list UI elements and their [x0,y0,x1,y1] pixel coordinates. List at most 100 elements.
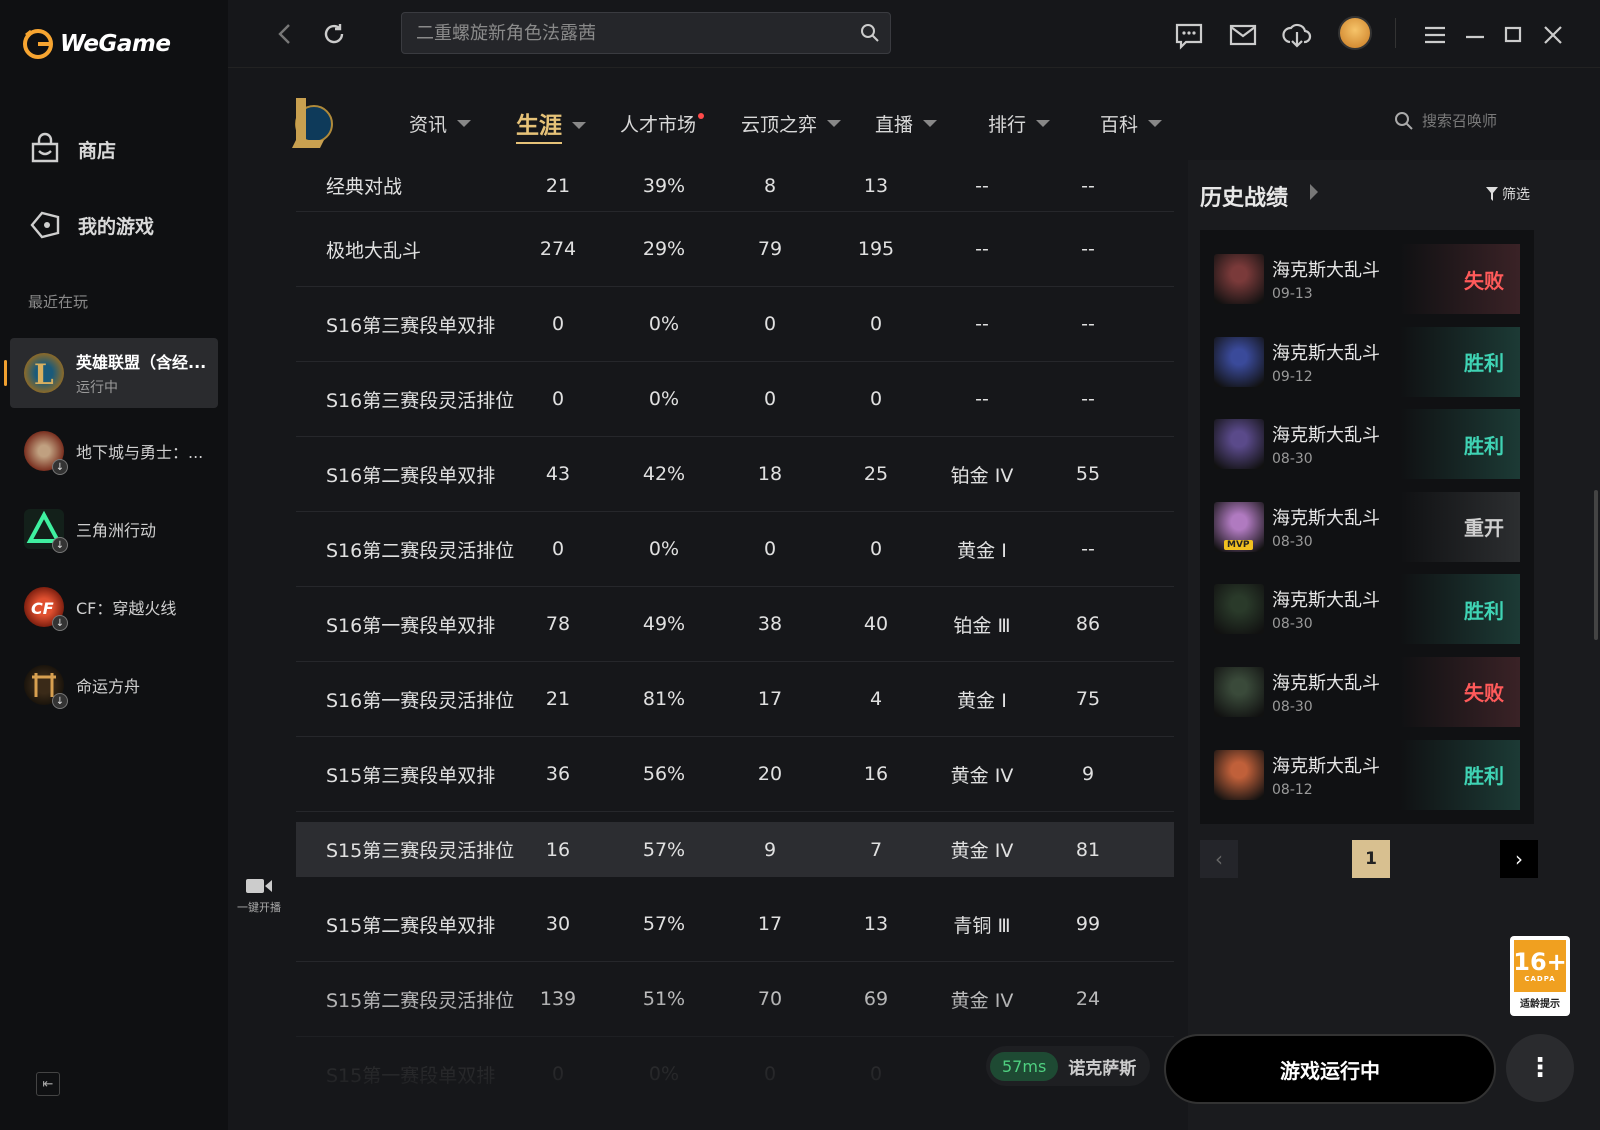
chevron-down-icon [1036,120,1051,127]
minimize-icon[interactable] [1460,20,1490,50]
match-date: 08-30 [1272,533,1313,550]
stat-cell: 25 [863,463,889,485]
more-options-button[interactable]: ⋮ [1506,1034,1574,1102]
wegame-logo-icon [23,29,53,59]
stat-cell: 9 [763,838,777,861]
match-mode: 海克斯大乱斗 [1272,507,1380,529]
stat-cell: 30 [545,913,571,935]
match-result: 胜利 [1400,574,1520,645]
global-search[interactable] [401,12,891,54]
stats-row[interactable]: S16第二赛段灵活排位 0 0% 0 0 黄金 Ⅰ -- [296,512,1174,587]
champion-portrait [1214,254,1264,304]
stat-cell: 57% [642,913,686,935]
tab-live[interactable]: 直播 [875,110,938,137]
video-camera-icon [246,879,272,893]
stat-cell: 195 [857,238,895,260]
summoner-search[interactable]: 搜索召唤师 [1394,110,1497,131]
prev-page-button[interactable]: ‹ [1200,840,1238,878]
stats-row[interactable]: S16第一赛段单双排 78 49% 38 40 铂金 Ⅲ 86 [296,587,1174,662]
stat-cell: 81 [1075,838,1101,861]
lol-logo-icon[interactable] [288,94,336,150]
user-avatar[interactable] [1338,16,1372,50]
match-date: 08-30 [1272,616,1313,633]
download-icon: ↓ [52,693,68,709]
filter-label: 筛选 [1502,187,1530,203]
stats-row[interactable]: S15第三赛段灵活排位 16 57% 9 7 黄金 IV 81 [296,822,1174,877]
match-item[interactable]: 海克斯大乱斗 08-30 胜利 [1214,574,1520,645]
chevron-left-icon: ‹ [1215,847,1223,871]
tab-career[interactable]: 生涯 [516,106,586,144]
match-date: 09-12 [1272,368,1313,385]
game-name: 地下城与勇士：... [76,443,204,462]
stats-row[interactable]: S16第三赛段灵活排位 0 0% 0 0 -- -- [296,362,1174,437]
wegame-logo[interactable]: WeGame [22,28,171,60]
match-item[interactable]: 海克斯大乱斗 09-13 失败 [1214,244,1520,314]
stat-cell: 42% [642,463,686,485]
stat-cell: 79 [757,238,783,260]
chevron-right-icon[interactable] [1310,184,1318,200]
tab-ranking[interactable]: 排行 [988,110,1051,137]
match-history-title[interactable]: 历史战绩 [1200,180,1288,212]
match-item[interactable]: 海克斯大乱斗 08-30 胜利 [1214,409,1520,480]
stats-row[interactable]: S15第三赛段单双排 36 56% 20 16 黄金 IV 9 [296,737,1174,812]
nav-my-games-label: 我的游戏 [78,215,155,238]
career-stats-table: 经典对战 21 39% 8 13 -- -- 极地大乱斗 274 29% 79 195 -- -- S16第… [296,160,1174,1090]
stats-row[interactable]: S15第二赛段单双排 30 57% 17 13 青铜 Ⅲ 99 [296,887,1174,962]
maximize-icon[interactable] [1498,20,1528,50]
download-manager-icon[interactable] [1282,20,1312,50]
page-number[interactable]: 1 [1352,840,1390,878]
match-item[interactable]: 海克斯大乱斗 09-12 胜利 [1214,326,1520,397]
recent-game-dnf[interactable]: ↓ 地下城与勇士：... [10,416,218,486]
stat-cell: 0% [648,538,680,560]
back-button[interactable] [270,20,298,48]
nav-my-games[interactable]: 我的游戏 [28,208,154,242]
wegame-window: WeGame 商店 我的游戏 最近在玩 L 英雄联盟（含经... 运行中 ↓ 地… [0,0,1600,1130]
chat-icon[interactable] [1174,20,1204,50]
tab-tft[interactable]: 云顶之弈 [741,110,842,137]
close-icon[interactable] [1538,20,1568,50]
champion-portrait [1214,336,1264,387]
recent-game-lost-ark[interactable]: ↓ 命运方舟 [10,650,218,720]
filter-button[interactable]: 筛选 [1486,184,1530,204]
refresh-button[interactable] [320,20,348,48]
recent-game-cf[interactable]: CF ↓ CF：穿越火线 [10,572,218,642]
stats-row[interactable]: 经典对战 21 39% 8 13 -- -- [296,160,1174,212]
recent-game-lol[interactable]: L 英雄联盟（含经... 运行中 [4,338,218,408]
stat-cell: 铂金 Ⅲ [953,614,1011,637]
server-ping[interactable]: 57ms 诺克萨斯 [986,1046,1151,1086]
nav-shop[interactable]: 商店 [28,132,116,166]
queue-name: S15第三赛段单双排 [326,764,496,787]
menu-icon[interactable] [1420,20,1450,50]
go-live-button[interactable]: 一键开播 [232,876,286,915]
tab-wiki[interactable]: 百科 [1100,110,1163,137]
mail-icon[interactable] [1228,20,1258,50]
stats-row[interactable]: S16第三赛段单双排 0 0% 0 0 -- -- [296,287,1174,362]
stat-cell: -- [1081,538,1095,560]
svg-text:L: L [34,358,54,391]
stat-cell: -- [975,388,989,410]
next-page-button[interactable]: › [1500,840,1538,878]
stats-row[interactable]: S16第二赛段单双排 43 42% 18 25 铂金 IV 55 [296,437,1174,512]
tab-talent-market[interactable]: 人才市场 [620,110,705,137]
global-search-input[interactable] [416,13,846,53]
stat-cell: 8 [763,174,777,197]
game-running-button[interactable]: 游戏运行中 [1164,1034,1496,1104]
search-icon[interactable] [860,23,880,43]
scrollbar[interactable] [1594,490,1598,640]
match-item[interactable]: 海克斯大乱斗 08-12 胜利 [1214,739,1520,810]
tab-news[interactable]: 资讯 [409,110,472,137]
collapse-sidebar-button[interactable]: ⇤ [36,1072,60,1096]
stat-cell: 黄金 IV [950,840,1014,862]
stats-row[interactable]: S16第一赛段灵活排位 21 81% 17 4 黄金 Ⅰ 75 [296,662,1174,737]
match-item[interactable]: 海克斯大乱斗 08-30 失败 [1214,656,1520,727]
match-item[interactable]: MVP 海克斯大乱斗 08-30 重开 [1214,491,1520,562]
match-result: 胜利 [1400,409,1520,480]
recent-game-delta-force[interactable]: ↓ 三角洲行动 [10,494,218,564]
match-list: 海克斯大乱斗 09-13 失败 海克斯大乱斗 09-12 胜利 海克斯大乱斗 08-30 胜利 M… [1200,230,1534,824]
lost-ark-game-icon: ↓ [24,665,68,709]
game-name: 英雄联盟（含经... [76,353,207,372]
stats-row[interactable]: 极地大乱斗 274 29% 79 195 -- -- [296,212,1174,287]
stat-cell: 16 [545,838,571,861]
stat-cell: 17 [757,688,783,710]
champion-portrait [1214,419,1264,470]
